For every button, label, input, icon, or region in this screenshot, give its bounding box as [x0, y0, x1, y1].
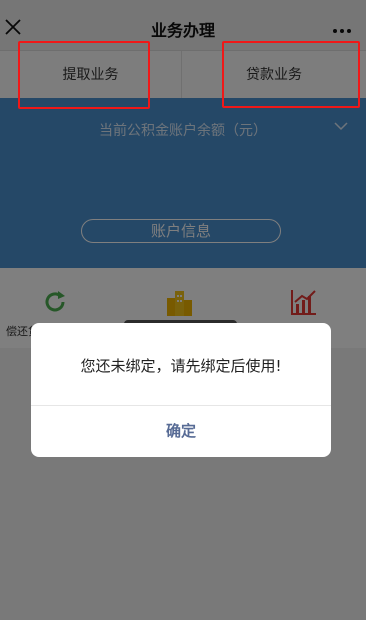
alert-dialog: 您还未绑定，请先绑定后使用! 确定 — [31, 323, 331, 457]
dialog-message: 您还未绑定，请先绑定后使用! — [80, 357, 282, 375]
confirm-button[interactable]: 确定 — [31, 406, 331, 457]
highlight-box-withdrawal — [18, 41, 150, 109]
highlight-box-loan — [222, 41, 360, 108]
